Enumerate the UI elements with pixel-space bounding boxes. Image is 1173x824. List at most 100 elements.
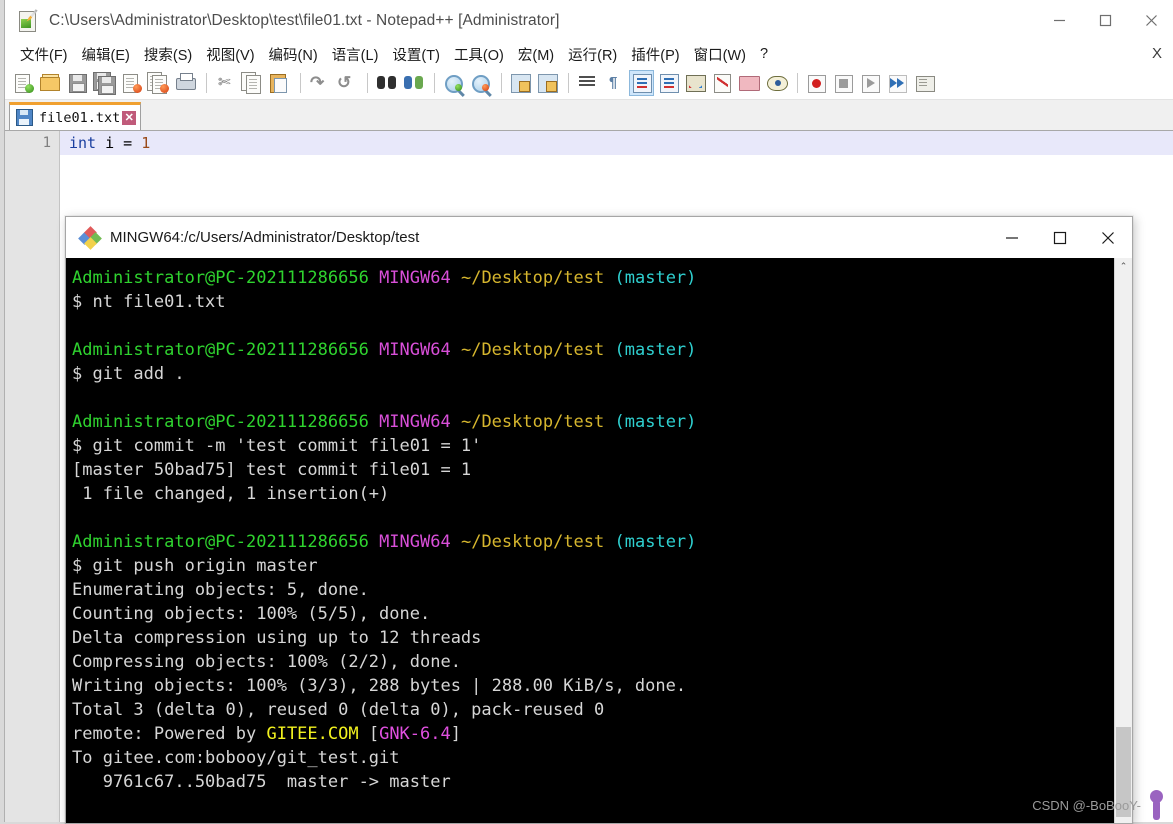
start-record-macro-icon[interactable]: [804, 70, 829, 96]
notepad-toolbar: ✄ ↷ ↺ ¶: [5, 67, 1173, 100]
terminal-text-segment: Counting objects: 100% (5/5), done.: [72, 604, 431, 624]
tab-close-icon[interactable]: ✕: [122, 110, 137, 125]
menu-item-file[interactable]: 文件(F): [13, 42, 75, 67]
sync-horizontal-scroll-icon[interactable]: [535, 70, 560, 96]
save-icon[interactable]: [65, 70, 90, 96]
new-file-icon[interactable]: [11, 70, 36, 96]
line-number-gutter: 1: [5, 131, 60, 822]
terminal-line: $ git push origin master: [72, 554, 1114, 578]
menu-item-encoding[interactable]: 编码(N): [262, 42, 325, 67]
notepad-close-button[interactable]: [1128, 0, 1173, 41]
monitoring-icon[interactable]: [764, 70, 789, 96]
tab-file01-txt[interactable]: file01.txt ✕: [9, 102, 142, 130]
terminal-text-segment: (master): [614, 532, 697, 552]
terminal-close-button[interactable]: [1084, 217, 1132, 258]
close-all-files-icon[interactable]: [146, 70, 171, 96]
show-all-characters-icon[interactable]: ¶: [602, 70, 627, 96]
menu-item-search[interactable]: 搜索(S): [137, 42, 199, 67]
mingw64-terminal-window: MINGW64:/c/Users/Administrator/Desktop/t…: [65, 216, 1133, 824]
toolbar-separator: [434, 73, 435, 93]
terminal-line: Administrator@PC-202111286656 MINGW64 ~/…: [72, 266, 1114, 290]
terminal-minimize-button[interactable]: [988, 217, 1036, 258]
document-map-icon[interactable]: [683, 70, 708, 96]
terminal-text-segment: Writing objects: 100% (3/3), 288 bytes |…: [72, 676, 687, 696]
terminal-text-segment: MINGW64: [379, 268, 451, 288]
sync-vertical-scroll-icon[interactable]: [508, 70, 533, 96]
save-all-icon[interactable]: [92, 70, 117, 96]
notepad-window-controls: [1036, 0, 1173, 41]
terminal-text-segment: To gitee.com:bobooy/git_test.git: [72, 748, 400, 768]
terminal-line: Compressing objects: 100% (2/2), done.: [72, 650, 1114, 674]
find-icon[interactable]: [374, 70, 399, 96]
notepad-window-title: C:\Users\Administrator\Desktop\test\file…: [49, 11, 560, 29]
notepad-tabbar: file01.txt ✕: [5, 100, 1173, 131]
terminal-line: $ nt file01.txt: [72, 290, 1114, 314]
menu-item-edit[interactable]: 编辑(E): [75, 42, 137, 67]
menu-item-plugins[interactable]: 插件(P): [624, 42, 686, 67]
terminal-text-segment: GNK-6.4: [379, 724, 451, 744]
folder-as-workspace-icon[interactable]: [737, 70, 762, 96]
terminal-line: Administrator@PC-202111286656 MINGW64 ~/…: [72, 410, 1114, 434]
menu-item-language[interactable]: 语言(L): [325, 42, 386, 67]
redo-icon[interactable]: ↺: [334, 70, 359, 96]
indent-guide-icon[interactable]: [629, 70, 654, 96]
notepad-maximize-button[interactable]: [1082, 0, 1128, 41]
paste-icon[interactable]: [267, 70, 292, 96]
terminal-text-segment: Administrator@PC-202111286656: [72, 532, 369, 552]
function-list-icon[interactable]: [710, 70, 735, 96]
terminal-text-segment: ~/Desktop/test: [460, 412, 605, 432]
terminal-text-segment: Compressing objects: 100% (2/2), done.: [72, 652, 461, 672]
terminal-text-segment: Administrator@PC-202111286656: [72, 412, 369, 432]
word-wrap-icon[interactable]: [575, 70, 600, 96]
menu-item-macro[interactable]: 宏(M): [511, 42, 561, 67]
terminal-line: Counting objects: 100% (5/5), done.: [72, 602, 1114, 626]
menu-item-run[interactable]: 运行(R): [561, 42, 624, 67]
zoom-in-icon[interactable]: [441, 70, 466, 96]
print-icon[interactable]: [173, 70, 198, 96]
code-number: 1: [141, 134, 151, 152]
line-number: 1: [42, 135, 51, 151]
replace-icon[interactable]: [401, 70, 426, 96]
terminal-text-segment: Delta compression using up to 12 threads: [72, 628, 482, 648]
save-macro-icon[interactable]: [912, 70, 937, 96]
undo-icon[interactable]: ↷: [307, 70, 332, 96]
menu-item-settings[interactable]: 设置(T): [385, 42, 447, 67]
terminal-maximize-button[interactable]: [1036, 217, 1084, 258]
playback-macro-icon[interactable]: [858, 70, 883, 96]
notepad-minimize-button[interactable]: [1036, 0, 1082, 41]
terminal-screen[interactable]: Administrator@PC-202111286656 MINGW64 ~/…: [66, 258, 1114, 823]
close-document-x-button[interactable]: X: [1152, 45, 1162, 62]
user-defined-language-icon[interactable]: [656, 70, 681, 96]
terminal-line: Administrator@PC-202111286656 MINGW64 ~/…: [72, 338, 1114, 362]
terminal-line: Enumerating objects: 5, done.: [72, 578, 1114, 602]
close-file-icon[interactable]: [119, 70, 144, 96]
menu-item-tools[interactable]: 工具(O): [447, 42, 511, 67]
scrollbar-thumb[interactable]: [1116, 727, 1131, 817]
terminal-text-segment: 1 file changed, 1 insertion(+): [72, 484, 390, 504]
terminal-window-controls: [988, 217, 1132, 258]
terminal-scrollbar[interactable]: ⌃: [1114, 258, 1132, 823]
run-macro-multiple-icon[interactable]: [885, 70, 910, 96]
menu-item-window[interactable]: 窗口(W): [687, 42, 753, 67]
scroll-up-arrow-icon[interactable]: ⌃: [1115, 258, 1132, 275]
terminal-text-segment: GITEE.COM: [266, 724, 359, 744]
terminal-text-segment: $ nt file01.txt: [72, 292, 226, 312]
terminal-body: Administrator@PC-202111286656 MINGW64 ~/…: [66, 258, 1132, 823]
cut-icon[interactable]: ✄: [213, 70, 238, 96]
toolbar-separator: [797, 73, 798, 93]
zoom-out-icon[interactable]: [468, 70, 493, 96]
open-file-icon[interactable]: [38, 70, 63, 96]
terminal-line: 1 file changed, 1 insertion(+): [72, 482, 1114, 506]
terminal-line: To gitee.com:bobooy/git_test.git: [72, 746, 1114, 770]
menu-item-view[interactable]: 视图(V): [199, 42, 261, 67]
toolbar-separator: [300, 73, 301, 93]
code-keyword: int: [69, 134, 97, 152]
terminal-line: [master 50bad75] test commit file01 = 1: [72, 458, 1114, 482]
stop-record-macro-icon[interactable]: [831, 70, 856, 96]
copy-icon[interactable]: [240, 70, 265, 96]
menu-item-help[interactable]: ?: [753, 44, 775, 64]
